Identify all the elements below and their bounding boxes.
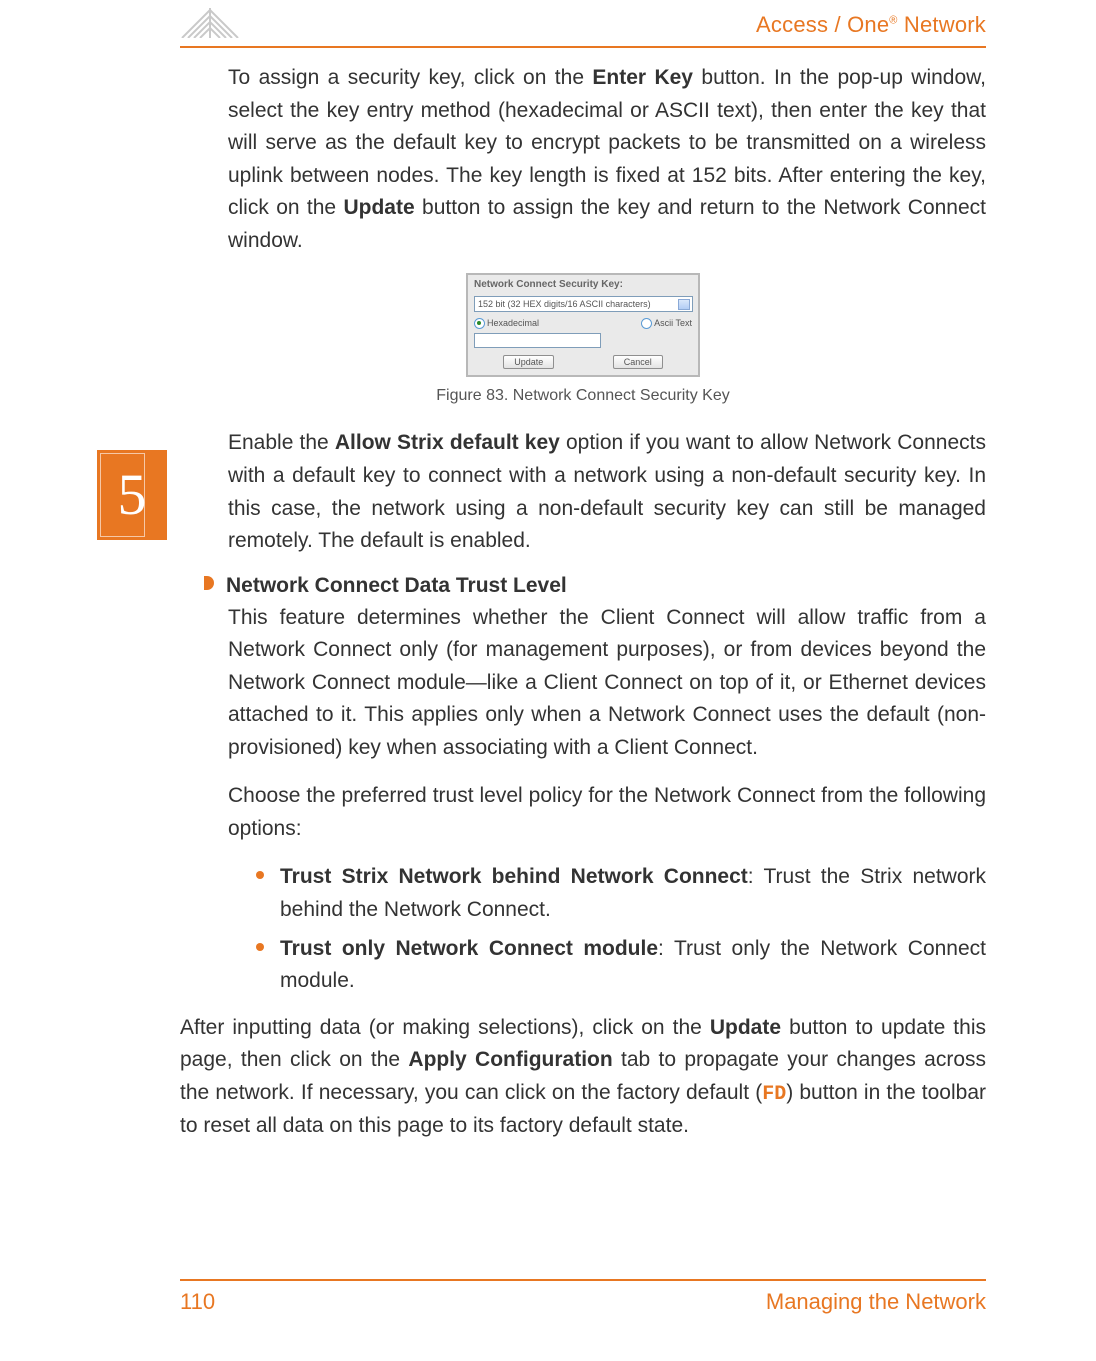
- paragraph-3: This feature determines whether the Clie…: [228, 602, 986, 765]
- option2-title: Trust only Network Connect module: [280, 937, 658, 960]
- figure-caption: Figure 83. Network Connect Security Key: [180, 387, 986, 405]
- paragraph-5: After inputting data (or making selectio…: [180, 1012, 986, 1143]
- key-length-select[interactable]: 152 bit (32 HEX digits/16 ASCII characte…: [474, 296, 693, 312]
- logo-icon: [180, 4, 240, 38]
- select-text: 152 bit (32 HEX digits/16 ASCII characte…: [478, 299, 651, 309]
- p2-bold-allow-strix: Allow Strix default key: [335, 431, 560, 454]
- bullet-heading: Network Connect Data Trust Level: [226, 574, 567, 597]
- radio-dot-icon: [641, 318, 652, 329]
- p5-bold-apply-config: Apply Configuration: [408, 1048, 612, 1071]
- paragraph-4: Choose the preferred trust level policy …: [228, 780, 986, 845]
- p1-text1: To assign a security key, click on the: [228, 66, 592, 89]
- brand-label: Access / One® Network: [756, 12, 986, 38]
- chapter-tab: 5: [97, 450, 167, 540]
- radio1-label: Hexadecimal: [487, 318, 539, 328]
- p1-bold-enter-key: Enter Key: [592, 66, 693, 89]
- p1-bold-update: Update: [343, 196, 414, 219]
- round-bullet-icon: [256, 943, 264, 951]
- option1-title: Trust Strix Network behind Network Conne…: [280, 865, 748, 888]
- brand-pre: Access / One: [756, 12, 889, 37]
- p5-text1: After inputting data (or making selectio…: [180, 1016, 710, 1039]
- figure-wrap: Network Connect Security Key: 152 bit (3…: [180, 273, 986, 377]
- footer-bar: 110 Managing the Network: [180, 1279, 986, 1315]
- dialog-cancel-button[interactable]: Cancel: [613, 355, 663, 369]
- radio-ascii[interactable]: Ascii Text: [641, 318, 692, 329]
- p5-bold-update: Update: [710, 1016, 781, 1039]
- radio-hexadecimal[interactable]: Hexadecimal: [474, 318, 539, 329]
- radio-dot-icon: [474, 318, 485, 329]
- round-bullet-icon: [256, 871, 264, 879]
- radio2-label: Ascii Text: [654, 318, 692, 328]
- fd-label: FD: [762, 1083, 786, 1106]
- dialog-title: Network Connect Security Key:: [468, 275, 698, 293]
- dialog-update-button[interactable]: Update: [503, 355, 554, 369]
- section-title: Managing the Network: [766, 1289, 986, 1315]
- bullet-heading-row: Network Connect Data Trust Level: [204, 574, 986, 598]
- page-number: 110: [180, 1289, 215, 1315]
- brand-post: Network: [898, 12, 986, 37]
- security-key-dialog: Network Connect Security Key: 152 bit (3…: [466, 273, 700, 377]
- p2-text1: Enable the: [228, 431, 335, 454]
- bullet-half-circle-icon: [204, 576, 214, 590]
- paragraph-2: Enable the Allow Strix default key optio…: [228, 427, 986, 557]
- option-2: Trust only Network Connect module: Trust…: [256, 933, 986, 998]
- option-1: Trust Strix Network behind Network Conne…: [256, 861, 986, 926]
- header-bar: Access / One® Network: [180, 8, 986, 48]
- key-input[interactable]: [474, 333, 601, 348]
- brand-sup: ®: [889, 15, 897, 27]
- paragraph-1: To assign a security key, click on the E…: [228, 62, 986, 257]
